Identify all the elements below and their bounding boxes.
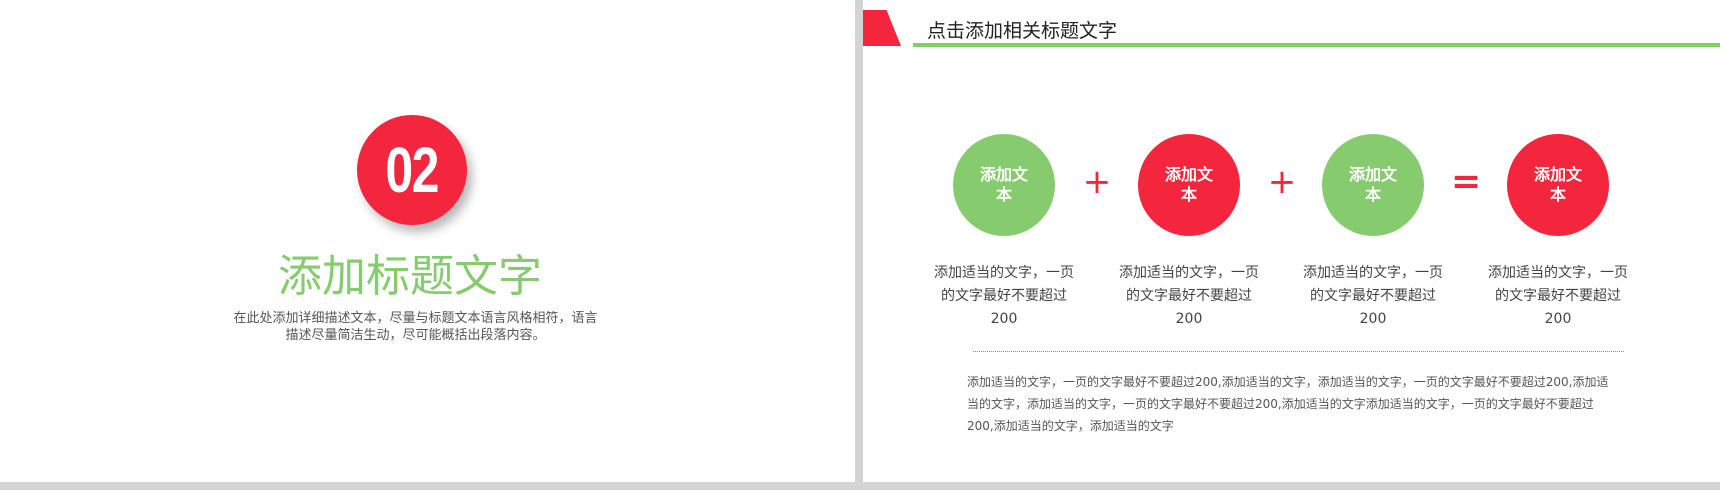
- caption-3[interactable]: 添加适当的文字，一页的文字最好不要超过200: [1303, 262, 1443, 331]
- equation-circle-label: 添加文本: [1164, 165, 1213, 204]
- equation-circle-label: 添加文本: [979, 165, 1028, 204]
- caption-1[interactable]: 添加适当的文字，一页的文字最好不要超过200: [934, 262, 1074, 331]
- plus-operator-1: +: [1082, 162, 1112, 202]
- caption-2[interactable]: 添加适当的文字，一页的文字最好不要超过200: [1119, 262, 1259, 331]
- section-number: 02: [385, 134, 440, 206]
- header-title[interactable]: 点击添加相关标题文字: [927, 16, 1117, 43]
- header-underline: [913, 43, 1720, 47]
- equation-circle-2[interactable]: 添加文本: [1138, 134, 1240, 236]
- equation-circle-label: 添加文本: [1348, 165, 1397, 204]
- section-title[interactable]: 添加标题文字: [0, 240, 820, 304]
- equation-circle-4[interactable]: 添加文本: [1507, 134, 1609, 236]
- equation-circle-label: 添加文本: [1533, 165, 1582, 204]
- dotted-divider: [973, 351, 1624, 352]
- caption-4[interactable]: 添加适当的文字，一页的文字最好不要超过200: [1488, 262, 1628, 331]
- section-number-badge: 02: [357, 115, 467, 225]
- plus-operator-2: +: [1267, 162, 1297, 202]
- equation-circle-1[interactable]: 添加文本: [953, 134, 1055, 236]
- header-red-flag: [863, 10, 901, 46]
- slide-left[interactable]: 02 添加标题文字 在此处添加详细描述文本，尽量与标题文本语言风格相符，语言描述…: [0, 0, 855, 482]
- equals-operator: =: [1451, 161, 1482, 202]
- section-description[interactable]: 在此处添加详细描述文本，尽量与标题文本语言风格相符，语言描述尽量简洁生动，尽可能…: [228, 310, 603, 344]
- slide-right[interactable]: 点击添加相关标题文字 添加文本 + 添加文本 + 添加文本 = 添加文本 添加适…: [863, 0, 1720, 482]
- equation-circle-3[interactable]: 添加文本: [1322, 134, 1424, 236]
- footer-paragraph[interactable]: 添加适当的文字，一页的文字最好不要超过200,添加适当的文字，添加适当的文字，一…: [967, 371, 1619, 437]
